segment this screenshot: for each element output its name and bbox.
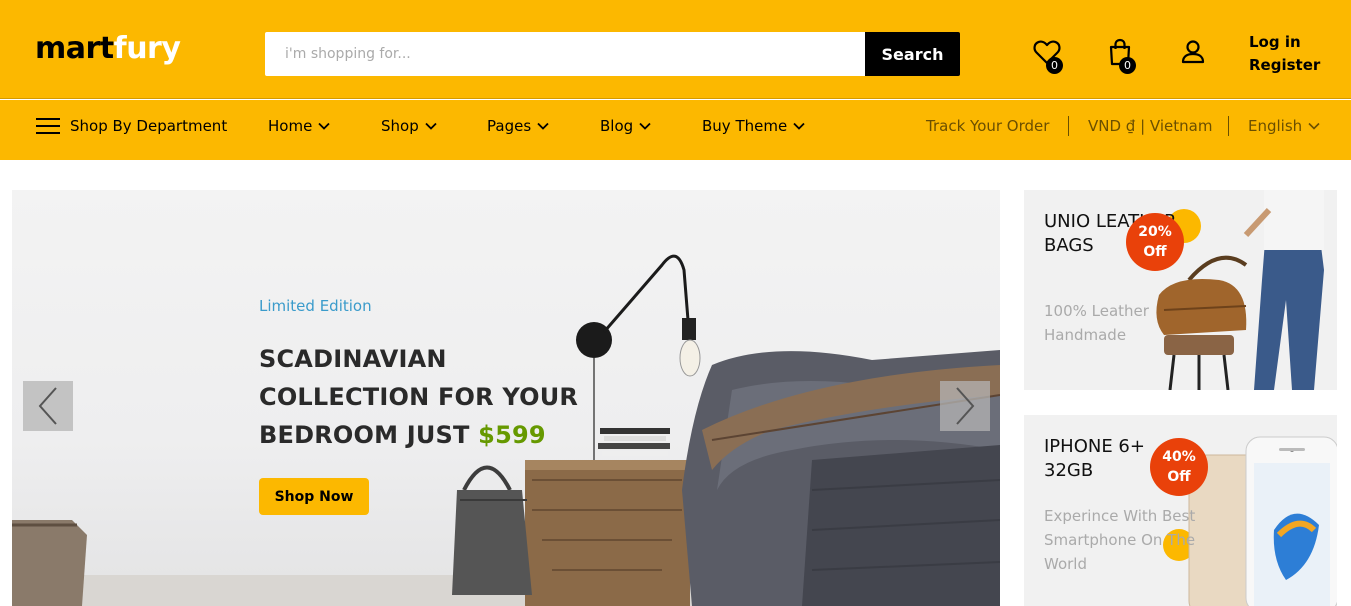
chevron-down-icon — [318, 122, 330, 130]
promo-banner-bags[interactable]: UNIO LEATHER BAGS 100% Leather Handmade … — [1024, 190, 1337, 390]
cart-button[interactable]: 0 — [1105, 37, 1141, 74]
login-link[interactable]: Log in — [1249, 31, 1320, 54]
chevron-down-icon — [425, 122, 437, 130]
hero-slider: Limited Edition SCADINAVIAN COLLECTION F… — [12, 190, 1000, 606]
discount-value: 20% — [1138, 224, 1172, 240]
hero-title-line: BEDROOM JUST — [259, 421, 470, 449]
nav-item-label: Pages — [487, 117, 532, 135]
wishlist-button[interactable]: 0 — [1032, 37, 1068, 74]
hero-title: SCADINAVIAN COLLECTION FOR YOUR BEDROOM … — [259, 340, 589, 454]
chevron-down-icon — [793, 122, 805, 130]
nav-item-label: Home — [268, 117, 313, 135]
nav-item-buy-theme[interactable]: Buy Theme — [702, 117, 805, 135]
shop-now-button[interactable]: Shop Now — [259, 478, 369, 515]
search-bar: Search — [265, 32, 960, 76]
chevron-down-icon — [537, 122, 549, 130]
register-link[interactable]: Register — [1249, 54, 1320, 77]
hero-price: $599 — [478, 421, 546, 449]
discount-value: 40% — [1162, 449, 1196, 465]
discount-badge: 40% Off — [1150, 438, 1208, 496]
search-button[interactable]: Search — [865, 32, 960, 76]
discount-label: Off — [1167, 469, 1191, 485]
shop-by-department-menu[interactable]: Shop By Department — [36, 117, 227, 135]
wishlist-count-badge: 0 — [1046, 57, 1063, 74]
nav-item-pages[interactable]: Pages — [487, 117, 549, 135]
hamburger-menu-icon — [36, 118, 60, 134]
department-label: Shop By Department — [70, 117, 228, 135]
auth-links: Log in Register — [1249, 31, 1320, 77]
promo-banner-iphone[interactable]: IPHONE 6+ 32GB Experince With Best Smart… — [1024, 415, 1337, 606]
track-order-link[interactable]: Track Your Order — [926, 117, 1049, 135]
hero-title-line: SCADINAVIAN — [259, 345, 447, 373]
slider-prev-button[interactable] — [23, 381, 73, 431]
nav-item-home[interactable]: Home — [268, 117, 330, 135]
nav-item-label: Blog — [600, 117, 634, 135]
logo-part-mart: mart — [35, 31, 114, 66]
nav-divider — [1228, 116, 1229, 136]
hero-title-line: COLLECTION FOR YOUR — [259, 383, 579, 411]
chevron-down-icon — [639, 122, 651, 130]
discount-label: Off — [1143, 244, 1167, 260]
hero-title-line-3: BEDROOM JUST $599 — [259, 416, 589, 454]
language-label: English — [1248, 117, 1303, 135]
logo-part-fury: fury — [113, 31, 181, 66]
logo[interactable]: martfury — [35, 31, 181, 66]
user-icon — [1181, 40, 1205, 64]
arrow-right-icon — [956, 387, 975, 425]
nav-item-label: Shop — [381, 117, 419, 135]
header-top: martfury Search 0 0 Log in Register — [0, 0, 1351, 99]
cart-count-badge: 0 — [1119, 57, 1136, 74]
nav-item-shop[interactable]: Shop — [381, 117, 437, 135]
nav-item-label: Buy Theme — [702, 117, 788, 135]
main-navigation: Shop By Department Home Shop Pages Blog … — [0, 100, 1351, 160]
search-input[interactable] — [265, 32, 865, 76]
discount-badge: 20% Off — [1126, 213, 1184, 271]
arrow-left-icon — [38, 387, 57, 425]
currency-selector[interactable]: VND ₫ | Vietnam — [1088, 117, 1212, 135]
promo-subtitle: 100% Leather Handmade — [1044, 302, 1149, 344]
account-button[interactable] — [1178, 37, 1214, 73]
chevron-down-icon — [1308, 122, 1320, 130]
nav-divider — [1068, 116, 1069, 136]
nav-item-blog[interactable]: Blog — [600, 117, 651, 135]
promo-subtitle: Experince With Best Smartphone On The Wo… — [1044, 507, 1196, 573]
language-selector[interactable]: English — [1248, 117, 1320, 135]
hero-label: Limited Edition — [259, 297, 372, 315]
slider-next-button[interactable] — [940, 381, 990, 431]
